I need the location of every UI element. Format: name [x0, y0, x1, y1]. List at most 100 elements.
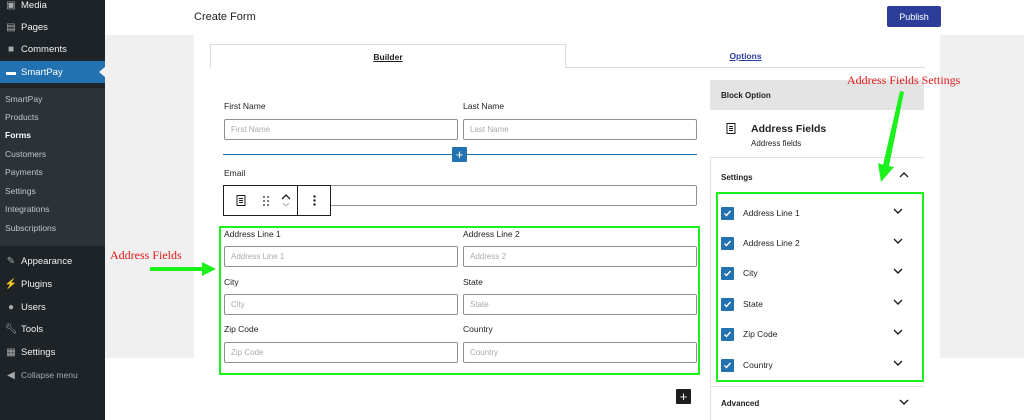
country-input[interactable]: Country — [463, 342, 697, 363]
checkbox-checked[interactable] — [721, 327, 734, 341]
collapse-menu-button[interactable]: ◀ Collapse menu — [0, 364, 105, 386]
advanced-section-title[interactable]: Advanced — [721, 399, 759, 408]
setting-row-address1[interactable]: Address Line 1 — [721, 205, 911, 221]
chevron-down-icon[interactable] — [893, 267, 903, 275]
sidebar-item-label: Users — [21, 301, 46, 313]
setting-label: City — [743, 268, 758, 278]
submenu-integrations[interactable]: Integrations — [0, 200, 105, 218]
checkbox-checked[interactable] — [721, 236, 734, 250]
checkbox-checked[interactable] — [721, 297, 734, 311]
page-title: Create Form — [194, 11, 256, 23]
appearance-icon: ✎ — [6, 255, 16, 267]
insert-block-button[interactable]: + — [452, 147, 467, 162]
publish-button[interactable]: Publish — [887, 6, 941, 27]
users-icon: ● — [7, 301, 15, 313]
checkbox-checked[interactable] — [721, 358, 734, 372]
zip-label: Zip Code — [224, 324, 259, 334]
annotation-arrow-right — [878, 91, 904, 182]
pages-icon: ▤ — [6, 21, 16, 33]
chevron-down-icon[interactable] — [893, 207, 903, 215]
country-label: Country — [463, 324, 493, 334]
sidebar-item-label: SmartPay — [21, 66, 63, 78]
plus-icon: + — [679, 389, 688, 404]
setting-label: Address Line 1 — [743, 208, 800, 218]
plugins-icon: ⚡ — [4, 278, 18, 290]
sidebar-item-label: Settings — [21, 346, 56, 358]
address2-label: Address Line 2 — [463, 229, 520, 239]
settings-section-title[interactable]: Settings — [721, 173, 753, 182]
setting-row-state[interactable]: State — [721, 296, 911, 312]
tab-options[interactable]: Options — [566, 44, 925, 68]
sidebar-item-tools[interactable]: 🔧︎ Tools — [0, 318, 105, 340]
move-up-icon[interactable] — [281, 193, 291, 201]
chevron-down-icon[interactable] — [893, 298, 903, 306]
zip-input[interactable]: Zip Code — [224, 342, 458, 363]
setting-row-country[interactable]: Country — [721, 357, 911, 373]
state-input[interactable]: State — [463, 294, 697, 315]
more-options-icon[interactable] — [298, 186, 330, 215]
sidebar-item-label: Pages — [21, 21, 48, 33]
sidebar-item-label: Comments — [21, 43, 67, 55]
collapse-icon: ◀ — [7, 369, 15, 381]
annotation-arrow-left — [150, 262, 216, 276]
sidebar-item-smartpay[interactable]: ▬ SmartPay — [0, 61, 105, 83]
annotation-address-settings: Address Fields Settings — [847, 73, 961, 87]
setting-row-city[interactable]: City — [721, 265, 911, 281]
block-subtitle: Address fields — [751, 139, 802, 148]
setting-label: Country — [743, 360, 773, 370]
submenu-products[interactable]: Products — [0, 108, 105, 126]
submenu-payments[interactable]: Payments — [0, 163, 105, 181]
submenu-settings[interactable]: Settings — [0, 182, 105, 200]
document-icon — [236, 195, 245, 206]
setting-row-address2[interactable]: Address Line 2 — [721, 235, 911, 251]
tools-icon: 🔧︎ — [4, 323, 18, 335]
address2-input[interactable]: Address 2 — [463, 246, 697, 267]
city-input[interactable]: City — [224, 294, 458, 315]
submenu-forms[interactable]: Forms — [0, 126, 105, 144]
drag-handle-icon[interactable] — [257, 186, 275, 215]
setting-row-zip[interactable]: Zip Code — [721, 326, 911, 342]
divider — [710, 386, 924, 387]
sidebar-item-pages[interactable]: ▤ Pages — [0, 16, 105, 38]
chevron-down-icon[interactable] — [893, 328, 903, 336]
block-type-button[interactable] — [224, 186, 257, 215]
tab-builder-label: Builder — [373, 51, 403, 62]
move-down-icon[interactable] — [281, 201, 291, 209]
chevron-down-icon[interactable] — [893, 359, 903, 367]
chevron-down-icon[interactable] — [893, 237, 903, 245]
smartpay-icon: ▬ — [6, 66, 16, 78]
sidebar-item-plugins[interactable]: ⚡ Plugins — [0, 273, 105, 295]
sidebar-item-users[interactable]: ● Users — [0, 296, 105, 318]
submenu-subscriptions[interactable]: Subscriptions — [0, 219, 105, 237]
submenu-smartpay[interactable]: SmartPay — [0, 90, 105, 108]
last-name-label: Last Name — [463, 101, 505, 111]
collapse-label: Collapse menu — [21, 370, 78, 380]
state-label: State — [463, 277, 483, 287]
checkbox-checked[interactable] — [721, 266, 734, 280]
address1-input[interactable]: Address Line 1 — [224, 246, 458, 267]
sidebar-item-settings[interactable]: ▦ Settings — [0, 341, 105, 363]
setting-label: State — [743, 299, 763, 309]
add-block-button[interactable]: + — [676, 389, 691, 404]
settings-icon: ▦ — [6, 346, 16, 358]
city-label: City — [224, 277, 239, 287]
submenu-customers[interactable]: Customers — [0, 145, 105, 163]
first-name-input[interactable]: First Name — [224, 119, 458, 140]
admin-sidebar: ▣ Media ▤ Pages ■ Comments ▬ SmartPay Sm… — [0, 0, 105, 420]
sidebar-item-label: Plugins — [21, 278, 53, 290]
media-icon: ▣ — [6, 0, 16, 11]
last-name-input[interactable]: Last Name — [463, 119, 697, 140]
setting-label: Address Line 2 — [743, 238, 800, 248]
email-label: Email — [224, 168, 246, 178]
sidebar-item-comments[interactable]: ■ Comments — [0, 38, 105, 60]
tab-builder[interactable]: Builder — [210, 44, 566, 68]
setting-label: Zip Code — [743, 329, 778, 339]
first-name-label: First Name — [224, 101, 266, 111]
chevron-down-icon[interactable] — [899, 398, 909, 406]
sidebar-item-media[interactable]: ▣ Media — [0, 0, 105, 16]
sidebar-item-appearance[interactable]: ✎ Appearance — [0, 250, 105, 272]
sidebar-item-label: Media — [21, 0, 47, 11]
plus-icon: + — [455, 147, 464, 162]
block-toolbar — [223, 185, 331, 216]
checkbox-checked[interactable] — [721, 206, 734, 220]
